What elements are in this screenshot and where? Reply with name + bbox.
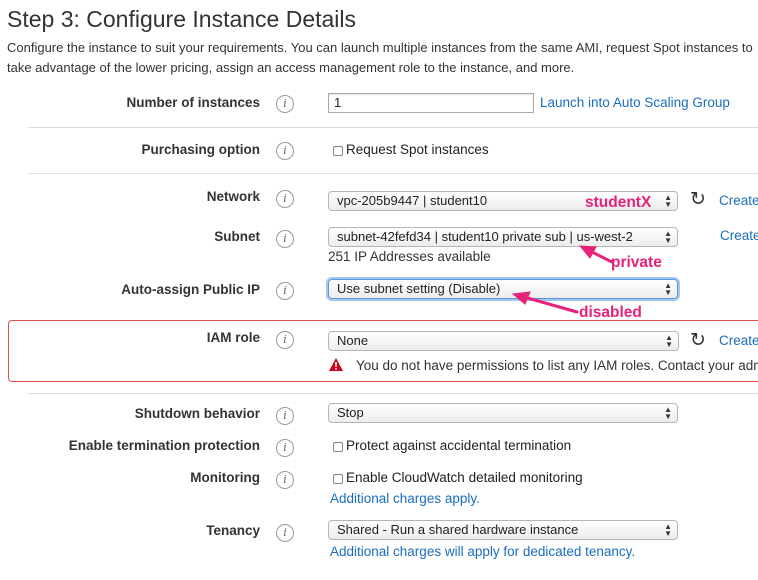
arrow-line — [522, 295, 579, 314]
select-caret-icon: ▲ ▼ — [665, 333, 673, 349]
monitoring-checkbox[interactable] — [333, 474, 343, 484]
iam-role-select[interactable]: None ▲ ▼ — [328, 331, 679, 351]
warning-icon — [329, 358, 343, 371]
arrowhead — [511, 291, 531, 305]
info-icon[interactable]: i — [276, 331, 294, 349]
tenancy-label: Tenancy — [206, 523, 260, 538]
monitoring-label: Monitoring — [190, 470, 260, 485]
iam-role-label: IAM role — [206, 330, 260, 345]
shutdown-select-value: Stop — [337, 405, 364, 420]
create-iam-link[interactable]: Create — [719, 333, 758, 348]
monitoring-charges-link[interactable]: Additional charges apply. — [330, 491, 480, 506]
divider — [28, 393, 758, 394]
iam-role-select-value: None — [337, 333, 369, 348]
info-icon[interactable]: i — [276, 407, 294, 425]
arrowhead — [578, 245, 597, 259]
info-icon[interactable]: i — [276, 471, 294, 489]
monitoring-checkbox-label: Enable CloudWatch detailed monitoring — [346, 470, 583, 485]
refresh-iam-icon[interactable]: ↻ — [690, 331, 706, 350]
select-caret-icon: ▲ ▼ — [664, 405, 672, 421]
tenancy-select[interactable]: Shared - Run a shared hardware instance … — [328, 520, 678, 540]
termination-checkbox[interactable] — [333, 442, 343, 452]
tenancy-charges-link[interactable]: Additional charges will apply for dedica… — [330, 544, 635, 559]
info-icon[interactable]: i — [276, 524, 294, 542]
iam-warning-text: You do not have permissions to list any … — [356, 358, 758, 373]
shutdown-select[interactable]: Stop ▲ ▼ — [328, 403, 678, 423]
tenancy-select-value: Shared - Run a shared hardware instance — [337, 522, 579, 537]
termination-label: Enable termination protection — [68, 438, 260, 453]
select-caret-icon: ▲ ▼ — [664, 522, 672, 538]
termination-checkbox-label: Protect against accidental termination — [346, 438, 572, 453]
shutdown-label: Shutdown behavior — [134, 406, 260, 421]
info-icon[interactable]: i — [276, 439, 294, 457]
